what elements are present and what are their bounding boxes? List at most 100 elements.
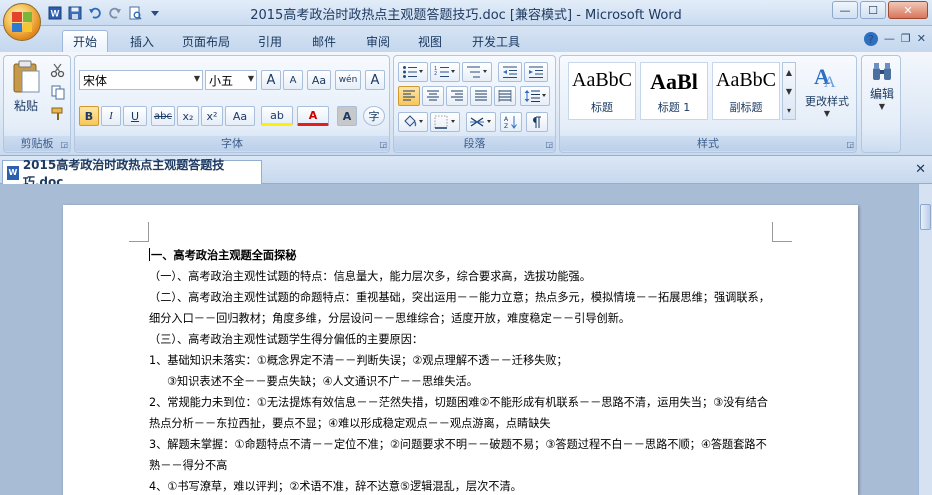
font-size-select[interactable]: 小五 ▼ xyxy=(205,70,257,90)
bullets-button[interactable] xyxy=(398,62,428,82)
clipboard-group: 粘贴 剪贴板 ◲ xyxy=(3,55,71,153)
tab-mailings[interactable]: 邮件 xyxy=(302,30,346,52)
chinese-layout-button[interactable] xyxy=(466,112,496,132)
document-body[interactable]: 一、高考政治主观题全面探秘 （一）、高考政治主观性试题的特点：信息量大，能力层次… xyxy=(149,245,774,495)
align-left-button[interactable] xyxy=(398,86,420,106)
line-spacing-icon xyxy=(524,90,546,102)
increase-indent-icon xyxy=(529,66,543,78)
paste-label: 粘贴 xyxy=(13,99,38,113)
styles-launcher-icon[interactable]: ◲ xyxy=(846,140,854,149)
tab-references[interactable]: 引用 xyxy=(248,30,292,52)
line-spacing-button[interactable] xyxy=(520,86,550,106)
tab-view[interactable]: 视图 xyxy=(408,30,452,52)
paste-button[interactable]: 粘贴 xyxy=(8,60,44,120)
document-page[interactable]: 一、高考政治主观题全面探秘 （一）、高考政治主观性试题的特点：信息量大，能力层次… xyxy=(63,205,858,495)
print-preview-icon[interactable] xyxy=(126,4,144,22)
svg-text:Z: Z xyxy=(504,123,508,129)
paragraph-launcher-icon[interactable]: ◲ xyxy=(545,140,553,149)
multilevel-list-button[interactable] xyxy=(462,62,492,82)
ribbon-restore-icon[interactable]: ❐ xyxy=(901,32,911,46)
underline-button[interactable]: U xyxy=(123,106,147,126)
chevron-down-icon: ▼ xyxy=(193,74,200,83)
minimize-button[interactable]: — xyxy=(832,1,858,19)
doc-line: 1、基础知识未落实：①概念界定不清－－判断失误；②观点理解不透－－迁移失败； xyxy=(149,354,568,367)
redo-icon[interactable] xyxy=(106,4,124,22)
style-title[interactable]: AaBbC 标题 xyxy=(568,62,636,120)
word-icon[interactable]: W xyxy=(46,4,64,22)
highlight-button[interactable]: ab xyxy=(261,106,293,126)
show-hide-marks-button[interactable] xyxy=(526,112,548,132)
superscript-button[interactable]: x² xyxy=(201,106,223,126)
format-painter-icon[interactable] xyxy=(50,106,68,124)
borders-button[interactable] xyxy=(430,112,460,132)
align-center-button[interactable] xyxy=(422,86,444,106)
style-name: 副标题 xyxy=(729,101,763,114)
close-document-icon[interactable]: ✕ xyxy=(915,162,926,177)
tab-review[interactable]: 审阅 xyxy=(356,30,400,52)
change-styles-button[interactable]: AA 更改样式 ▼ xyxy=(800,62,854,120)
font-color-button[interactable]: A xyxy=(297,106,329,126)
phonetic-guide-button[interactable]: wén xyxy=(335,70,361,90)
style-heading-1[interactable]: AaBl 标题 1 xyxy=(640,62,708,120)
ribbon-close-icon[interactable]: ✕ xyxy=(917,32,926,46)
maximize-button[interactable]: ☐ xyxy=(860,1,886,19)
clear-formatting-button[interactable]: Aa xyxy=(307,70,331,90)
close-window-button[interactable]: ✕ xyxy=(888,1,928,19)
strikethrough-button[interactable]: abc xyxy=(151,106,175,126)
distributed-icon xyxy=(498,90,512,102)
increase-indent-button[interactable] xyxy=(524,62,548,82)
customize-toolbar-icon[interactable] xyxy=(146,4,164,22)
font-family-select[interactable]: 宋体 ▼ xyxy=(79,70,203,90)
editing-button[interactable]: 编辑 ▼ xyxy=(866,62,898,132)
text-cursor xyxy=(149,248,150,261)
character-border-button[interactable]: A xyxy=(365,70,385,90)
cut-icon[interactable] xyxy=(50,62,68,80)
undo-icon[interactable] xyxy=(86,4,104,22)
editing-label: 编辑 xyxy=(869,87,894,101)
tab-home[interactable]: 开始 xyxy=(62,30,109,52)
ribbon-minimize-icon[interactable]: — xyxy=(884,32,895,46)
shrink-font-button[interactable]: A xyxy=(283,70,303,90)
enclose-characters-button[interactable]: 字 xyxy=(363,106,385,126)
tab-insert[interactable]: 插入 xyxy=(120,30,164,52)
decrease-indent-button[interactable] xyxy=(498,62,522,82)
doc-line: （一）、高考政治主观性试题的特点：信息量大，能力层次多，综合要求高，选拔功能强。 xyxy=(149,270,591,283)
scrollbar-thumb[interactable] xyxy=(920,204,931,230)
document-tab-bar: W 2015高考政治时政热点主观题答题技巧.doc ✕ xyxy=(0,156,932,189)
help-icon[interactable]: ? xyxy=(863,32,878,46)
bold-button[interactable]: B xyxy=(79,106,99,126)
document-tab[interactable]: W 2015高考政治时政热点主观题答题技巧.doc xyxy=(2,158,262,189)
shading-button[interactable] xyxy=(398,112,428,132)
align-right-button[interactable] xyxy=(446,86,468,106)
vertical-scrollbar[interactable] xyxy=(918,184,932,495)
ribbon: 粘贴 剪贴板 ◲ 宋体 ▼ 小五 ▼ A A Aa wén A B I U ab… xyxy=(0,52,932,156)
font-launcher-icon[interactable]: ◲ xyxy=(379,140,387,149)
sort-button[interactable]: AZ xyxy=(500,112,522,132)
align-center-icon xyxy=(427,90,439,101)
character-shading-button[interactable]: A xyxy=(337,106,357,126)
multilevel-list-icon xyxy=(467,66,487,78)
grow-font-button[interactable]: A xyxy=(261,70,281,90)
decrease-indent-icon xyxy=(503,66,517,78)
justify-button[interactable] xyxy=(470,86,492,106)
copy-icon[interactable] xyxy=(50,84,68,102)
editing-group: 编辑 ▼ xyxy=(861,55,901,153)
style-subtitle[interactable]: AaBbC 副标题 xyxy=(712,62,780,120)
clipboard-launcher-icon[interactable]: ◲ xyxy=(60,140,68,149)
paste-icon xyxy=(13,60,40,93)
tab-page-layout[interactable]: 页面布局 xyxy=(172,30,240,52)
save-icon[interactable] xyxy=(66,4,84,22)
italic-button[interactable]: I xyxy=(101,106,121,126)
chevron-down-icon: ▼ xyxy=(823,109,831,118)
tab-developer[interactable]: 开发工具 xyxy=(462,30,530,52)
subscript-button[interactable]: x₂ xyxy=(177,106,199,126)
numbering-button[interactable]: 12 xyxy=(430,62,460,82)
styles-scroll[interactable]: ▲ ▼ ▾ xyxy=(782,62,796,120)
numbering-icon: 12 xyxy=(434,66,455,77)
svg-text:A: A xyxy=(504,116,509,123)
doc-line: （三）、高考政治主观性试题学生得分偏低的主要原因： xyxy=(149,333,424,346)
distributed-button[interactable] xyxy=(494,86,516,106)
doc-line: ③知识表述不全－－要点失缺；④人文通识不广－－思维失活。 xyxy=(167,375,478,388)
office-button[interactable] xyxy=(3,3,41,41)
change-case-button[interactable]: Aa xyxy=(225,106,255,126)
